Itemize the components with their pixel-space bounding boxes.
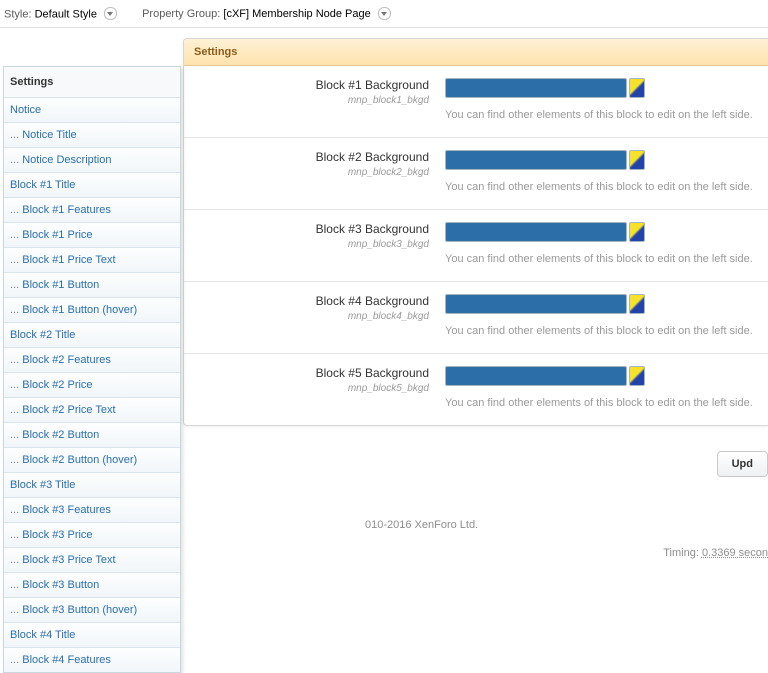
panel-title: Settings: [184, 39, 768, 66]
property-help: You can find other elements of this bloc…: [445, 253, 758, 265]
sidebar-item-label: Block #2 Features: [22, 354, 111, 366]
color-input[interactable]: [445, 366, 627, 386]
color-picker-icon[interactable]: [629, 294, 645, 314]
sidebar-item[interactable]: Notice: [4, 97, 180, 122]
sidebar-item-label: Block #2 Button: [22, 429, 99, 441]
property-title: Block #5 Background: [194, 366, 429, 380]
sidebar-heading: Settings: [4, 66, 180, 97]
sidebar-item-label: Block #3 Button (hover): [22, 604, 137, 616]
property-id: mnp_block4_bkgd: [194, 311, 429, 322]
sidebar-item[interactable]: ... Block #3 Button (hover): [4, 597, 180, 622]
sidebar-item-label: Block #3 Features: [22, 504, 111, 516]
property-row: Block #5 Background mnp_block5_bkgd You ca…: [184, 354, 768, 425]
sidebar-item[interactable]: ... Block #3 Price: [4, 522, 180, 547]
sidebar-item-label: Block #1 Title: [10, 179, 75, 191]
color-picker-icon[interactable]: [629, 366, 645, 386]
sidebar-item[interactable]: ... Notice Description: [4, 147, 180, 172]
property-id: mnp_block5_bkgd: [194, 383, 429, 394]
sidebar-item[interactable]: ... Block #1 Button (hover): [4, 297, 180, 322]
sidebar: Settings Notice ... Notice Title... Notic…: [3, 66, 181, 673]
property-title: Block #2 Background: [194, 150, 429, 164]
sidebar-item-label: Block #3 Button: [22, 579, 99, 591]
property-help: You can find other elements of this bloc…: [445, 397, 758, 409]
sidebar-item-label: Notice: [10, 104, 41, 116]
group-label: Property Group:: [142, 8, 220, 20]
property-id: mnp_block3_bkgd: [194, 239, 429, 250]
sidebar-item[interactable]: ... Block #1 Features: [4, 197, 180, 222]
color-picker-icon[interactable]: [629, 150, 645, 170]
color-input[interactable]: [445, 78, 627, 98]
sidebar-item-label: Block #3 Price Text: [22, 554, 115, 566]
sidebar-item[interactable]: ... Notice Title: [4, 122, 180, 147]
sidebar-item[interactable]: ... Block #3 Button: [4, 572, 180, 597]
property-row: Block #4 Background mnp_block4_bkgd You ca…: [184, 282, 768, 354]
property-help: You can find other elements of this bloc…: [445, 181, 758, 193]
property-row: Block #2 Background mnp_block2_bkgd You ca…: [184, 138, 768, 210]
sidebar-item-label: Block #1 Price: [22, 229, 92, 241]
sidebar-item[interactable]: ... Block #2 Price: [4, 372, 180, 397]
property-help: You can find other elements of this bloc…: [445, 325, 758, 337]
sidebar-item-label: Block #2 Button (hover): [22, 454, 137, 466]
property-title: Block #4 Background: [194, 294, 429, 308]
timing-value: 0.3369 secon: [702, 547, 768, 559]
sidebar-item[interactable]: ... Block #1 Price: [4, 222, 180, 247]
sidebar-item-label: Notice Description: [22, 154, 111, 166]
sidebar-item-label: Block #4 Features: [22, 654, 111, 666]
sidebar-item-label: Block #3 Price: [22, 529, 92, 541]
sidebar-item[interactable]: ... Block #4 Features: [4, 647, 180, 672]
sidebar-item[interactable]: ... Block #2 Features: [4, 347, 180, 372]
sidebar-item[interactable]: ... Block #1 Button: [4, 272, 180, 297]
color-input[interactable]: [445, 150, 627, 170]
settings-panel: Settings Block #1 Background mnp_block1_b…: [183, 38, 768, 426]
property-row: Block #3 Background mnp_block3_bkgd You ca…: [184, 210, 768, 282]
sidebar-item-label: Block #3 Title: [10, 479, 75, 491]
property-id: mnp_block2_bkgd: [194, 167, 429, 178]
chevron-down-icon[interactable]: [378, 7, 391, 20]
property-id: mnp_block1_bkgd: [194, 95, 429, 106]
sidebar-item-label: Block #1 Button: [22, 279, 99, 291]
color-picker-icon[interactable]: [629, 78, 645, 98]
color-input[interactable]: [445, 294, 627, 314]
sidebar-item[interactable]: Block #4 Title: [4, 622, 180, 647]
sidebar-item-label: Block #1 Button (hover): [22, 304, 137, 316]
property-help: You can find other elements of this bloc…: [445, 109, 758, 121]
sidebar-item[interactable]: ... Block #3 Features: [4, 497, 180, 522]
copyright: 010-2016 XenForo Ltd.: [365, 519, 768, 531]
sidebar-item-label: Block #2 Price: [22, 379, 92, 391]
timing-label: Timing:: [663, 547, 702, 559]
chevron-down-icon[interactable]: [104, 7, 117, 20]
property-title: Block #1 Background: [194, 78, 429, 92]
group-value: [cXF] Membership Node Page: [223, 8, 370, 20]
sidebar-item[interactable]: ... Block #2 Button (hover): [4, 447, 180, 472]
sidebar-item[interactable]: Block #2 Title: [4, 322, 180, 347]
property-title: Block #3 Background: [194, 222, 429, 236]
color-input[interactable]: [445, 222, 627, 242]
sidebar-item[interactable]: Block #3 Title: [4, 472, 180, 497]
sidebar-item[interactable]: ... Block #2 Button: [4, 422, 180, 447]
style-label: Style:: [4, 8, 32, 20]
sidebar-item-label: Notice Title: [22, 129, 76, 141]
sidebar-item-label: Block #2 Title: [10, 329, 75, 341]
color-picker-icon[interactable]: [629, 222, 645, 242]
update-button[interactable]: Upd: [717, 451, 768, 477]
sidebar-item-label: Block #1 Price Text: [22, 254, 115, 266]
property-row: Block #1 Background mnp_block1_bkgd You ca…: [184, 66, 768, 138]
sidebar-item[interactable]: ... Block #1 Price Text: [4, 247, 180, 272]
sidebar-item-label: Block #2 Price Text: [22, 404, 115, 416]
sidebar-item-label: Block #4 Title: [10, 629, 75, 641]
style-value: Default Style: [35, 8, 97, 20]
sidebar-item[interactable]: Block #1 Title: [4, 172, 180, 197]
sidebar-item-label: Block #1 Features: [22, 204, 111, 216]
sidebar-item[interactable]: ... Block #2 Price Text: [4, 397, 180, 422]
sidebar-item[interactable]: ... Block #3 Price Text: [4, 547, 180, 572]
breadcrumb: Style: Default Style Property Group: [cX…: [0, 0, 768, 28]
